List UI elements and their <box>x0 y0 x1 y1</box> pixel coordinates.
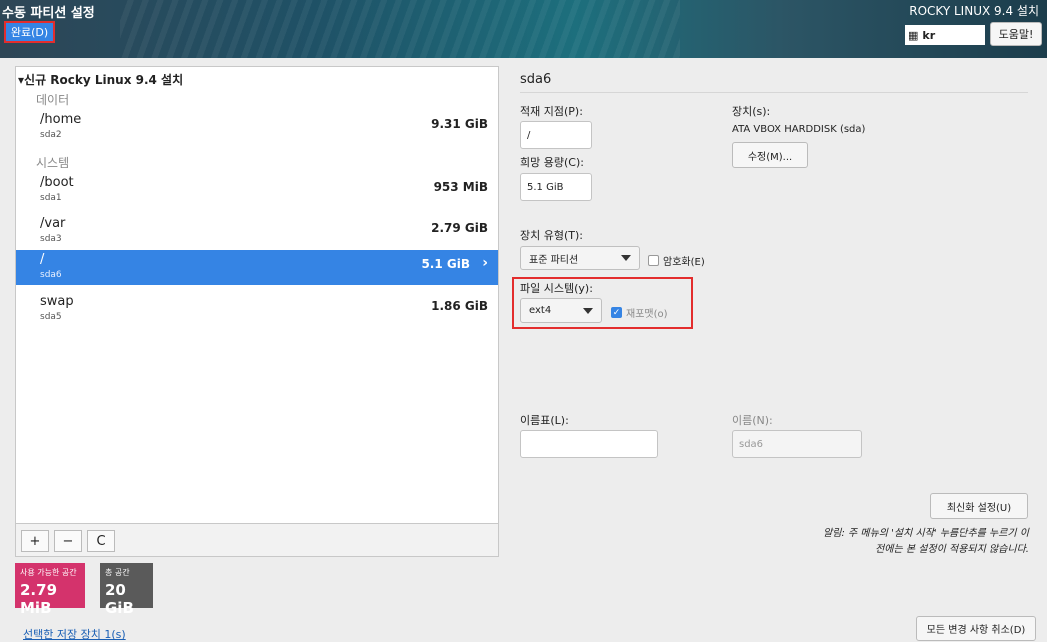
mount-size: 2.79 GiB <box>431 221 488 235</box>
filesystem-highlight-box <box>512 277 693 329</box>
devices-label: 장치(s): <box>732 105 771 118</box>
available-space-label: 사용 가능한 공간 <box>20 568 77 577</box>
page-title: 수동 파티션 설정 <box>2 6 95 21</box>
update-settings-button[interactable]: 최신화 설정(U) <box>930 493 1028 519</box>
notice-line-2: 전에는 본 설정이 적용되지 않습니다. <box>875 544 1029 555</box>
detail-separator <box>520 92 1028 93</box>
mount-device: sda1 <box>40 193 62 203</box>
mount-row-root-selected[interactable]: / sda6 5.1 GiB › <box>16 250 498 285</box>
mount-row-home[interactable]: /home sda2 9.31 GiB <box>16 110 498 145</box>
device-type-value: 표준 파티션 <box>529 254 579 266</box>
header-background-pattern <box>120 0 680 58</box>
device-type-label: 장치 유형(T): <box>520 229 583 242</box>
name-field-label: 이름(N): <box>732 414 773 427</box>
done-button[interactable]: 완료(D) <box>4 21 55 43</box>
mount-name: /var <box>40 216 66 231</box>
help-button[interactable]: 도움말! <box>990 22 1042 46</box>
selected-storage-link[interactable]: 선택한 저장 장치 1(s) <box>23 626 126 642</box>
minus-icon: − <box>62 533 74 549</box>
remove-partition-button[interactable]: − <box>54 530 82 552</box>
mount-device: sda3 <box>40 234 62 244</box>
dropdown-arrow-icon <box>621 255 631 261</box>
installation-tree-title[interactable]: ▾신규 Rocky Linux 9.4 설치 <box>18 71 183 88</box>
mount-name: /boot <box>40 175 74 190</box>
mount-point-tree-panel: ▾신규 Rocky Linux 9.4 설치 데이터 /home sda2 9.… <box>15 66 499 557</box>
devices-value: ATA VBOX HARDDISK (sda) <box>732 124 866 135</box>
keyboard-layout-label: kr <box>922 28 936 42</box>
mount-size: 5.1 GiB <box>421 257 470 271</box>
mount-name: swap <box>40 294 74 309</box>
mount-name: /home <box>40 112 82 127</box>
device-type-dropdown[interactable]: 표준 파티션 <box>520 246 640 270</box>
partition-detail-title: sda6 <box>520 72 552 87</box>
mount-size: 1.86 GiB <box>431 299 488 313</box>
mount-device: sda5 <box>40 312 62 322</box>
desired-capacity-label: 희망 용량(C): <box>520 156 584 169</box>
group-label-system: 시스템 <box>36 156 70 170</box>
total-space-label: 총 공간 <box>105 568 130 577</box>
refresh-icon: C <box>96 533 106 549</box>
modify-devices-button[interactable]: 수정(M)... <box>732 142 808 168</box>
mount-point-label: 적재 지점(P): <box>520 105 583 118</box>
mount-row-var[interactable]: /var sda3 2.79 GiB <box>16 214 498 249</box>
mount-size: 9.31 GiB <box>431 117 488 131</box>
header-bar: 수동 파티션 설정 완료(D) ROCKY LINUX 9.4 설치 ▦ kr … <box>0 0 1047 58</box>
name-field[interactable]: sda6 <box>732 430 862 458</box>
label-field-label: 이름표(L): <box>520 414 569 427</box>
settings-notice: 알림: 주 메뉴의 '설치 시작' 누름단추를 누르기 이 전에는 본 설정이 … <box>729 526 1029 558</box>
encrypt-label: 암호화(E) <box>663 257 705 268</box>
mount-name: / <box>40 252 45 267</box>
available-space-value: 2.79 MiB <box>20 581 58 617</box>
reset-all-button[interactable]: 모든 변경 사항 취소(D) <box>916 616 1036 641</box>
chevron-right-icon: › <box>482 255 488 271</box>
label-field[interactable] <box>520 430 658 458</box>
mount-row-swap[interactable]: swap sda5 1.86 GiB <box>16 292 498 327</box>
mount-size: 953 MiB <box>433 180 488 194</box>
available-space-box: 사용 가능한 공간 2.79 MiB <box>15 563 85 617</box>
product-title: ROCKY LINUX 9.4 설치 <box>909 4 1039 18</box>
mount-point-field[interactable]: / <box>520 121 592 149</box>
keyboard-layout-indicator[interactable]: ▦ kr <box>905 25 985 45</box>
refresh-button[interactable]: C <box>87 530 115 552</box>
partition-toolbar: + − C <box>16 523 498 556</box>
mount-device: sda2 <box>40 130 62 140</box>
plus-icon: + <box>29 533 41 549</box>
mount-device: sda6 <box>40 270 62 280</box>
total-space-box: 총 공간 20 GiB <box>100 563 153 617</box>
mount-row-boot[interactable]: /boot sda1 953 MiB <box>16 173 498 208</box>
checkbox-unchecked-icon <box>648 255 659 266</box>
add-partition-button[interactable]: + <box>21 530 49 552</box>
desired-capacity-field[interactable]: 5.1 GiB <box>520 173 592 201</box>
encrypt-checkbox[interactable]: 암호화(E) <box>648 253 705 268</box>
notice-line-1: 알림: 주 메뉴의 '설치 시작' 누름단추를 누르기 이 <box>823 528 1029 539</box>
total-space-value: 20 GiB <box>105 581 134 617</box>
keyboard-icon: ▦ <box>908 28 919 42</box>
group-label-data: 데이터 <box>36 93 70 107</box>
